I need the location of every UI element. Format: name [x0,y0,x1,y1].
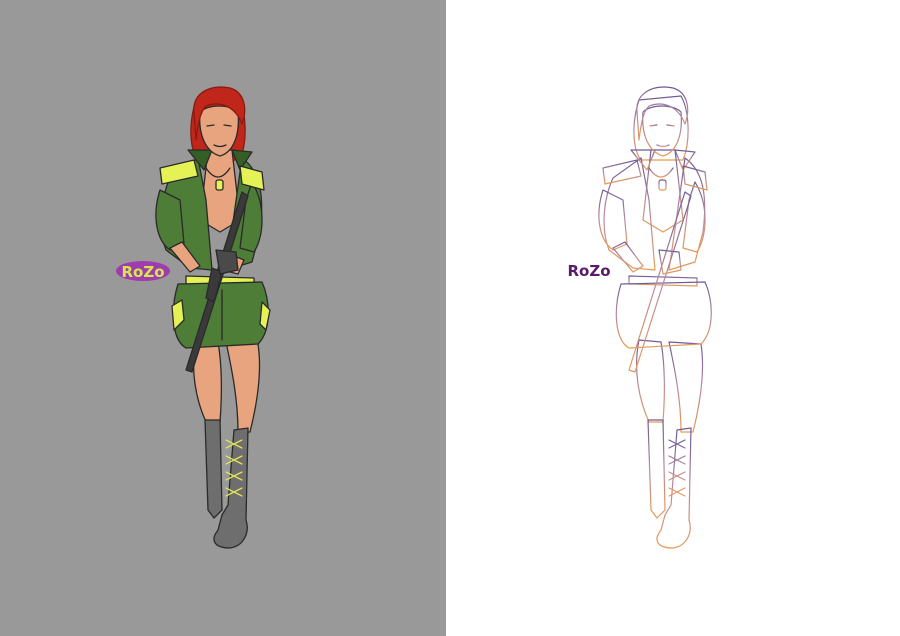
signature-text: RoZo [567,262,610,280]
signature-logo: RoZo [116,261,170,281]
left-boot [204,419,223,519]
artwork-canvas: RoZo RoZo [0,0,900,636]
gloved-hand [215,249,239,275]
signature-text: RoZo [121,263,164,281]
signature-logo: RoZo [567,262,610,280]
shorts [172,281,269,349]
lineart-panel-background [446,0,900,636]
dog-tag [215,179,224,191]
